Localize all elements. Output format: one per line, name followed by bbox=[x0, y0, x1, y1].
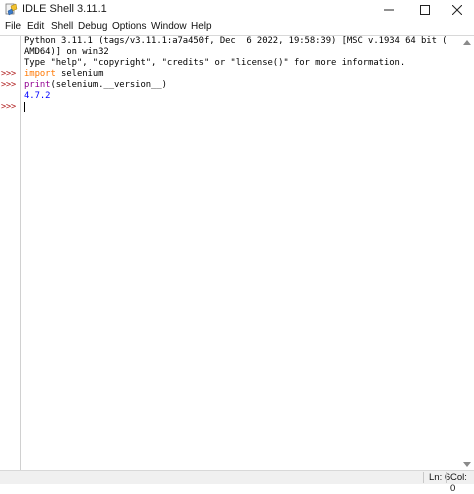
prompt-gutter: >>> >>> >>> bbox=[0, 36, 20, 471]
menu-file[interactable]: File bbox=[5, 21, 21, 32]
code-token: selenium bbox=[55, 69, 104, 79]
menu-edit[interactable]: Edit bbox=[27, 21, 44, 32]
menu-debug[interactable]: Debug bbox=[78, 21, 107, 32]
input-line: import selenium bbox=[24, 69, 103, 79]
scroll-down-icon[interactable] bbox=[463, 462, 471, 467]
window-title: IDLE Shell 3.11.1 bbox=[22, 3, 107, 15]
status-divider bbox=[423, 472, 424, 483]
status-divider bbox=[446, 472, 447, 483]
close-button[interactable] bbox=[440, 0, 474, 20]
close-icon bbox=[452, 5, 462, 15]
menu-help[interactable]: Help bbox=[191, 21, 212, 32]
menu-window[interactable]: Window bbox=[151, 21, 187, 32]
maximize-button[interactable] bbox=[408, 0, 442, 20]
status-bar: Ln: 6 Col: 0 bbox=[0, 470, 474, 494]
input-line: print(selenium.__version__) bbox=[24, 80, 167, 90]
keyword-token: import bbox=[24, 69, 56, 79]
text-cursor bbox=[24, 102, 25, 112]
menu-options[interactable]: Options bbox=[112, 21, 146, 32]
minimize-icon bbox=[384, 9, 394, 11]
title-bar[interactable]: IDLE Shell 3.11.1 bbox=[0, 0, 474, 20]
idle-app-icon bbox=[5, 3, 18, 16]
status-col: Col: 0 bbox=[450, 472, 467, 494]
gutter-divider bbox=[20, 36, 21, 471]
shell-editor[interactable]: >>> >>> >>> Python 3.11.1 (tags/v3.11.1:… bbox=[0, 35, 474, 471]
minimize-button[interactable] bbox=[372, 0, 406, 20]
prompt-marker: >>> bbox=[1, 102, 16, 112]
builtin-token: print bbox=[24, 80, 51, 90]
scroll-up-icon[interactable] bbox=[463, 40, 471, 45]
prompt-marker: >>> bbox=[1, 69, 16, 79]
code-token: (selenium.__version__) bbox=[50, 80, 167, 90]
banner-line: Python 3.11.1 (tags/v3.11.1:a7a450f, Dec… bbox=[24, 36, 448, 46]
output-line: 4.7.2 bbox=[24, 91, 51, 101]
prompt-marker: >>> bbox=[1, 80, 16, 90]
banner-line: Type "help", "copyright", "credits" or "… bbox=[24, 58, 406, 68]
maximize-icon bbox=[420, 5, 430, 15]
menu-bar: File Edit Shell Debug Options Window Hel… bbox=[0, 20, 474, 35]
banner-line: AMD64)] on win32 bbox=[24, 47, 109, 57]
vertical-scrollbar[interactable] bbox=[460, 36, 474, 471]
menu-shell[interactable]: Shell bbox=[51, 21, 73, 32]
